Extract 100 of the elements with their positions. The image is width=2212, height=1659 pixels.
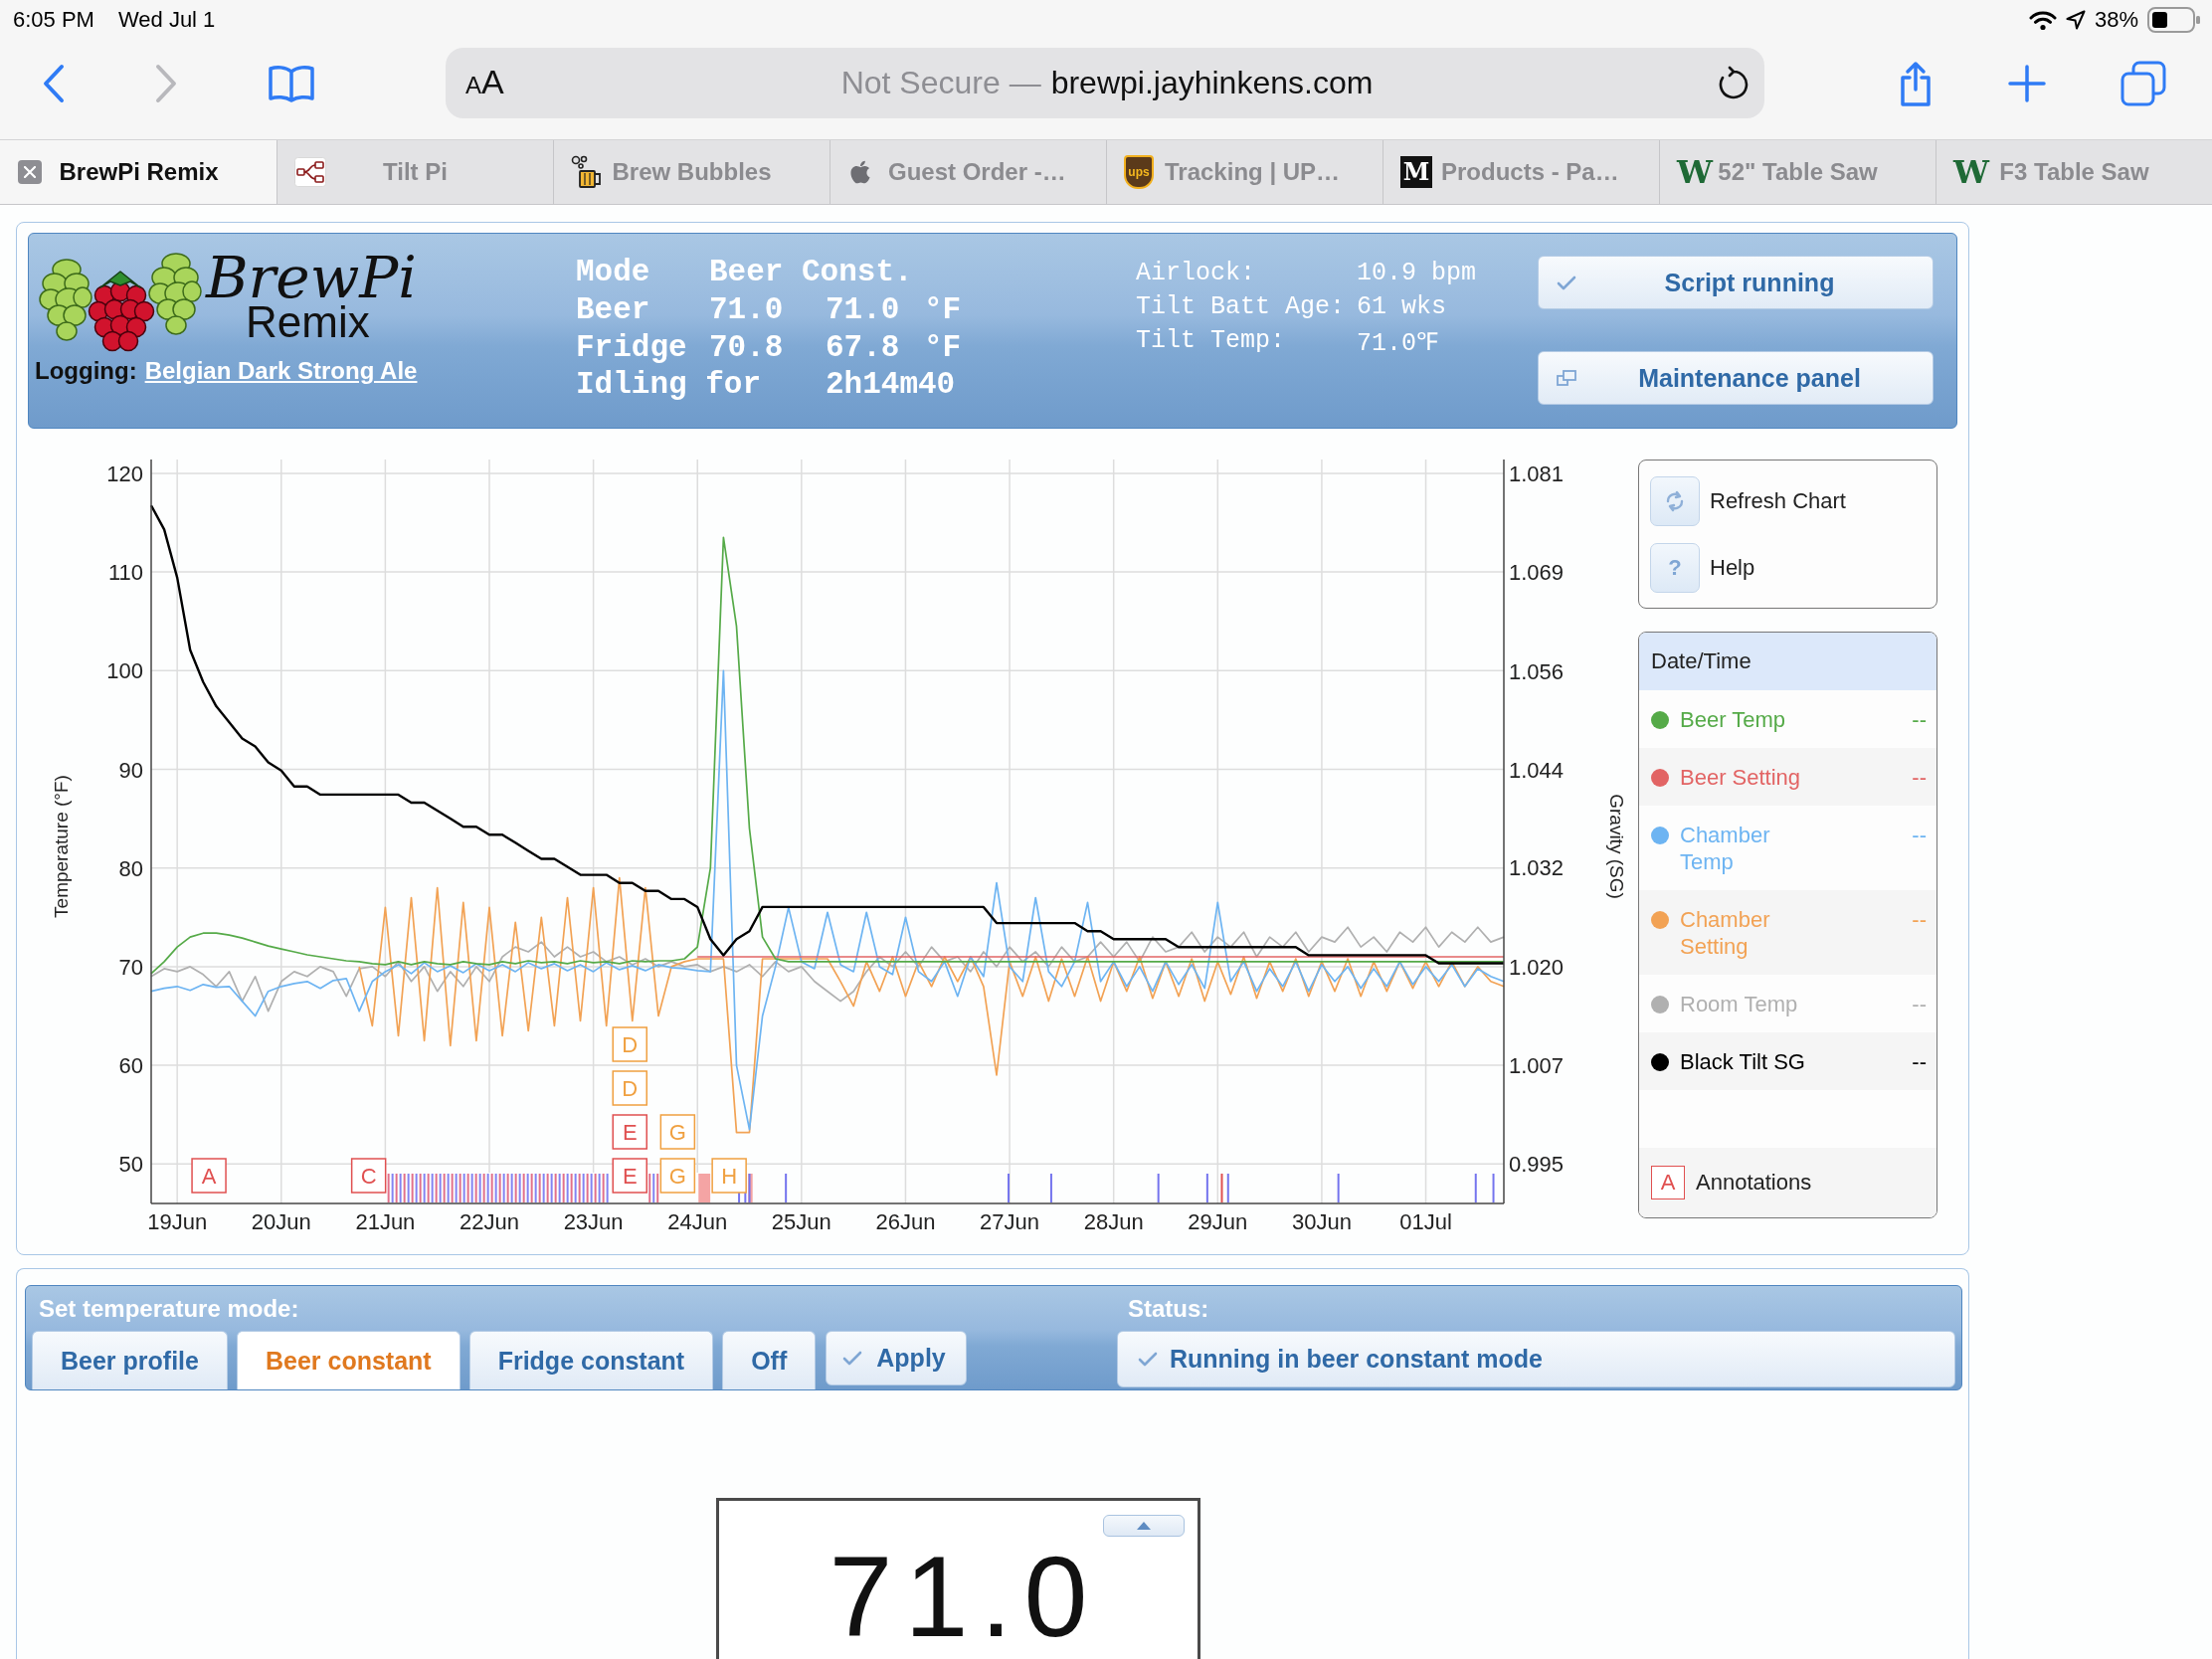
annotation-marker[interactable]: C — [350, 1158, 387, 1194]
book-icon — [269, 64, 314, 102]
annotation: E — [622, 1164, 638, 1189]
series-name: Black Tilt SG — [1680, 1048, 1806, 1075]
status-heading: Status: — [1127, 1293, 1210, 1324]
heating-mark — [1220, 1173, 1223, 1203]
axis-tick-label: 1.020 — [1509, 954, 1565, 980]
axis-tick-label: 25Jun — [771, 1209, 831, 1234]
axis-tick-label: 28Jun — [1083, 1209, 1144, 1234]
cooling-mark — [1492, 1173, 1495, 1203]
axis-title: Gravity (SG) — [1606, 794, 1627, 899]
axis-tick-label: 23Jun — [563, 1209, 624, 1234]
annotation-marker[interactable]: D — [612, 1070, 647, 1106]
axis-tick-label: 1.007 — [1509, 1053, 1565, 1079]
annotation: D — [622, 1032, 639, 1057]
series-name: Room Temp — [1680, 991, 1799, 1017]
annotation: H — [721, 1164, 738, 1189]
axis-tick-label: 22Jun — [460, 1209, 519, 1234]
annotation-marker[interactable]: G — [659, 1114, 696, 1150]
mode-tab[interactable]: Beer profile — [32, 1331, 228, 1389]
lcd-value: 2h14m40 — [826, 367, 957, 403]
text-size-button[interactable]: AA — [465, 61, 513, 105]
series-value: -- — [1912, 764, 1927, 791]
mode-tab[interactable]: Beer constant — [236, 1331, 461, 1389]
help-button[interactable]: ? — [1650, 543, 1700, 593]
check-icon — [1138, 1352, 1158, 1367]
annotation-marker[interactable]: G — [659, 1158, 696, 1194]
cooling-mark — [1474, 1173, 1477, 1203]
annotation-marker[interactable]: E — [612, 1158, 647, 1194]
wifi-icon — [2028, 9, 2057, 31]
axis-tick-label: 1.081 — [1509, 461, 1565, 486]
cycling-marks-drawing — [648, 1173, 659, 1203]
lcd-label: Mode — [576, 255, 651, 290]
letter-logo-icon: W — [1677, 156, 1713, 188]
axis-tick-label: 26Jun — [875, 1209, 936, 1234]
cooling-mark — [1337, 1173, 1340, 1203]
lcd-actual-value: 71.0 — [709, 292, 785, 328]
annotation-marker[interactable]: D — [612, 1026, 647, 1062]
maintenance-panel-button[interactable]: Maintenance panel — [1538, 351, 1934, 405]
plus-icon — [2007, 63, 2047, 103]
status-text: Running in beer constant mode — [1170, 1345, 1543, 1374]
axis-tick-label: 29Jun — [1188, 1209, 1248, 1234]
annotation: C — [360, 1164, 377, 1189]
axis-tick-label: 50 — [118, 1152, 143, 1178]
tabs-icon — [2120, 60, 2166, 106]
lcd-label: Beer — [576, 292, 651, 328]
url-text: brewpi.jayhinkens.com — [1050, 65, 1374, 100]
axis-tick-label: 80 — [118, 855, 143, 881]
lcd-setting-value: 67.8 — [826, 329, 901, 365]
axis-tick-label: 19Jun — [147, 1209, 208, 1234]
battery-percent: 38% — [2094, 7, 2138, 33]
axis-tick-label: 30Jun — [1291, 1209, 1352, 1234]
sensor-label: Airlock: — [1136, 258, 1257, 287]
chevron-right-icon — [155, 63, 177, 103]
annotation: G — [668, 1120, 686, 1145]
axis-tick-label: 60 — [118, 1053, 143, 1079]
annotations-label: Annotations — [1696, 1170, 1812, 1196]
cooling-mark — [1205, 1173, 1208, 1203]
axis-tick-label: 1.069 — [1509, 560, 1565, 586]
clock-time: 6:05 PM — [13, 7, 94, 33]
browser-tab[interactable]: BrewPi Remix — [0, 140, 276, 204]
annotation-key: A — [1651, 1166, 1685, 1199]
caret-up-icon — [1137, 1522, 1151, 1530]
axis-tick-label: 100 — [106, 658, 143, 684]
close-icon[interactable] — [18, 160, 42, 184]
shield-logo-icon: ups — [1124, 155, 1154, 189]
series-name: Beer Setting — [1680, 764, 1802, 791]
refresh-button[interactable] — [1650, 476, 1700, 526]
check-icon — [1557, 275, 1576, 290]
annotation-marker[interactable]: H — [711, 1158, 747, 1194]
mode-tab[interactable]: Off — [722, 1331, 817, 1389]
annotation: A — [201, 1164, 217, 1189]
annotation: E — [622, 1120, 638, 1145]
lcd-setting-value: 71.0 — [826, 292, 901, 328]
help-label: Help — [1710, 555, 1755, 581]
battery-icon — [2147, 7, 2201, 33]
annotation-marker[interactable]: A — [191, 1158, 227, 1194]
series-value: -- — [1912, 991, 1927, 1017]
increase-button[interactable] — [1103, 1515, 1185, 1537]
script-status-button[interactable]: Script running — [1538, 256, 1934, 309]
annotation-marker[interactable]: E — [612, 1114, 647, 1150]
series-value: -- — [1912, 706, 1927, 733]
legend-header: Date/Time — [1639, 633, 1936, 690]
axis-tick-label: 1.032 — [1509, 855, 1565, 881]
cooling-mark — [1226, 1173, 1229, 1203]
annotation: D — [622, 1076, 639, 1101]
apply-button[interactable]: Apply — [826, 1331, 967, 1385]
refresh-icon — [1664, 488, 1686, 514]
mode-tab[interactable]: Fridge constant — [468, 1331, 714, 1389]
axis-tick-label: 1.056 — [1509, 658, 1565, 684]
axis-title: Temperature (°F) — [51, 775, 72, 918]
address-bar[interactable]: AA Not Secure — brewpi.jayhinkens.com — [446, 48, 1764, 118]
series-name: Chamber Setting — [1680, 906, 1771, 960]
series-name: Chamber Temp — [1680, 822, 1771, 875]
letter-tile-icon: M — [1400, 156, 1432, 188]
reload-icon — [1719, 66, 1749, 100]
share-icon — [1898, 59, 1934, 107]
heating-period-bar — [698, 1174, 711, 1202]
axis-tick-label: 90 — [118, 757, 143, 783]
beer-name-link[interactable]: Belgian Dark Strong Ale — [144, 357, 418, 385]
